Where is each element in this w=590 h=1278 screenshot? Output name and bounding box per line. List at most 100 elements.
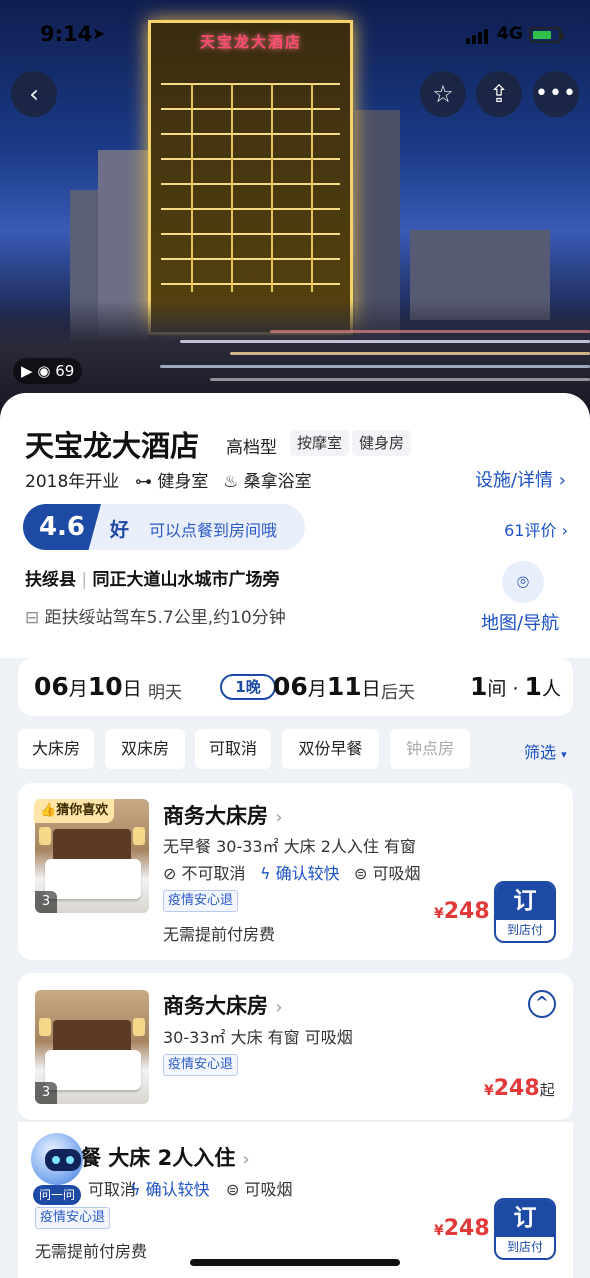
sauna-icon: ♨: [223, 472, 244, 492]
map-navigation-link[interactable]: 地图/导航: [481, 609, 559, 635]
room-specs: 无早餐 30-33㎡ 大床 2人入住 有窗: [163, 837, 417, 856]
media-count-badge[interactable]: ▶ ◉ 69: [13, 358, 83, 384]
lightning-icon: ϟ: [260, 864, 271, 883]
book-button[interactable]: 订到店付: [494, 1198, 556, 1260]
media-count: 69: [55, 362, 75, 380]
safe-refund-badge: 疫情安心退: [163, 1054, 239, 1076]
robot-icon: [31, 1133, 83, 1185]
nights-count: 1晚: [220, 674, 276, 700]
pay-note: 无需提前付房费: [35, 1242, 148, 1261]
star-icon: ☆: [432, 80, 454, 108]
room-price: ¥248: [434, 1216, 490, 1241]
facility-sauna: ♨ 桑拿浴室: [223, 472, 312, 492]
rate-plan-name[interactable]: 餐 大床 2人入住 ›: [80, 1142, 250, 1172]
confirm-speed: ϟ 确认较快: [260, 864, 340, 883]
back-button[interactable]: ‹: [11, 71, 57, 117]
room-specs: 30-33㎡ 大床 有窗 可吸烟: [163, 1028, 353, 1047]
room-price: ¥248起: [484, 1076, 555, 1101]
thumbs-up-icon: 👍: [40, 803, 57, 818]
rating-highlight: 可以点餐到房间哦: [149, 521, 278, 540]
rating-word: 好: [110, 519, 130, 541]
assistant-label: 问一问: [33, 1185, 81, 1205]
room-price: ¥248: [434, 899, 490, 924]
checkin-date[interactable]: 06月10日: [34, 672, 142, 701]
facility-tag: 按摩室: [290, 430, 350, 456]
hotel-class: 高档型: [226, 438, 277, 458]
favorite-button[interactable]: ☆: [420, 71, 466, 117]
smoking-icon: ⊜: [226, 1180, 240, 1199]
lightning-icon: ϟ: [130, 1180, 141, 1199]
smoking-icon: ⊜: [354, 864, 368, 883]
signal-icon: [466, 28, 492, 44]
safe-refund-badge: 疫情安心退: [35, 1207, 111, 1229]
confirm-speed: ϟ 确认较快: [130, 1180, 210, 1199]
filter-king-bed[interactable]: 大床房: [18, 729, 94, 769]
home-indicator[interactable]: [190, 1259, 400, 1266]
safe-refund-badge: 疫情安心退: [163, 890, 239, 912]
more-button[interactable]: •••: [533, 71, 579, 117]
facility-tag: 健身房: [352, 430, 412, 456]
checkout-relative: 后天: [381, 683, 415, 703]
map-pin-icon[interactable]: ⌾: [502, 561, 544, 603]
no-cancel-icon: ⊘: [163, 864, 177, 883]
chevron-right-icon: ›: [242, 1149, 250, 1170]
share-icon: ⇪: [488, 80, 510, 108]
room-card[interactable]: 3 商务大床房 › 30-33㎡ 大床 有窗 可吸烟 疫情安心退 ^ ¥248起: [18, 973, 573, 1120]
rating-score: 4.6: [23, 504, 101, 550]
cancel-policy: 可取消: [88, 1180, 137, 1199]
rooms-guests[interactable]: 1间 · 1人: [470, 672, 561, 701]
filter-cancellable[interactable]: 可取消: [195, 729, 271, 769]
photo-count: 3: [35, 1082, 57, 1104]
room-photo[interactable]: 3: [35, 990, 149, 1104]
rating-summary[interactable]: 4.6 好 可以点餐到房间哦: [23, 504, 305, 550]
book-button[interactable]: 订到店付: [494, 881, 556, 943]
photo-count: 3: [35, 891, 57, 913]
chevron-right-icon: ›: [275, 997, 283, 1018]
camera-icon: ◉: [37, 362, 51, 380]
checkout-date[interactable]: 06月11日: [273, 672, 381, 701]
filter-hourly-room[interactable]: 钟点房: [390, 729, 470, 769]
filter-twin-bed[interactable]: 双床房: [105, 729, 185, 769]
smoking-policy: ⊜ 可吸烟: [354, 864, 421, 883]
date-selector[interactable]: 06月10日 明天 1晚 06月11日 后天 1间 · 1人: [18, 658, 573, 716]
location-arrow-icon: ➤: [92, 24, 106, 43]
chevron-left-icon: ‹: [29, 80, 39, 108]
room-card[interactable]: 👍猜你喜欢 3 商务大床房 › 无早餐 30-33㎡ 大床 2人入住 有窗 ⊘ …: [18, 783, 573, 960]
train-icon: ⊟: [25, 608, 45, 628]
room-name[interactable]: 商务大床房 ›: [163, 800, 283, 830]
chevron-up-icon: ^: [535, 993, 549, 1012]
checkin-relative: 明天: [148, 683, 182, 703]
cancel-policy: ⊘ 不可取消: [163, 864, 246, 883]
collapse-button[interactable]: ^: [528, 990, 556, 1018]
share-button[interactable]: ⇪: [476, 71, 522, 117]
chevron-right-icon: ›: [275, 807, 283, 828]
caret-down-icon: ▾: [561, 748, 567, 761]
filter-double-breakfast[interactable]: 双份早餐: [282, 729, 379, 769]
smoking-policy: ⊜ 可吸烟: [226, 1180, 293, 1199]
hotel-name: 天宝龙大酒店: [25, 429, 200, 463]
status-time: 9:14: [40, 22, 93, 46]
facility-gym: ⊶ 健身室: [135, 472, 209, 492]
hotel-info-card: 天宝龙大酒店 高档型 按摩室 健身房 2018年开业 ⊶ 健身室 ♨ 桑拿浴室 …: [0, 393, 590, 658]
recommend-badge: 👍猜你喜欢: [34, 799, 115, 823]
status-bar: 9:14 ➤ 4G: [0, 0, 590, 70]
opening-year: 2018年开业: [25, 472, 120, 492]
video-icon: ▶: [21, 362, 33, 380]
assistant-button[interactable]: 问一问: [25, 1133, 89, 1207]
battery-icon: [529, 27, 564, 43]
chevron-right-icon: ›: [558, 470, 566, 491]
filter-button[interactable]: 筛选 ▾: [524, 739, 567, 763]
chevron-right-icon: ›: [561, 521, 568, 540]
hotel-photo[interactable]: 天宝龙大酒店 9:14 ➤ 4G ‹ ☆ ⇪ ••• ▶ ◉ 69: [0, 0, 590, 420]
distance-info: ⊟ 距扶绥站驾车5.7公里,约10分钟: [25, 608, 286, 628]
facility-details-link[interactable]: 设施/详情 ›: [475, 466, 566, 492]
more-dots-icon: •••: [535, 81, 577, 106]
network-type: 4G: [497, 24, 523, 44]
reviews-link[interactable]: 61评价 ›: [504, 517, 568, 541]
hotel-address: 扶绥县 | 同正大道山水城市广场旁: [25, 570, 280, 590]
room-name[interactable]: 商务大床房 ›: [163, 990, 283, 1020]
rate-plan-row[interactable]: 餐 大床 2人入住 › 可取消 ϟ 确认较快 ⊜ 可吸烟 疫情安心退 无需提前付…: [18, 1122, 573, 1278]
hotel-detail-screen: { "status_bar": {"time": "9:14", "networ…: [0, 0, 590, 1278]
pay-note: 无需提前付房费: [163, 925, 276, 944]
dumbbell-icon: ⊶: [135, 472, 158, 492]
